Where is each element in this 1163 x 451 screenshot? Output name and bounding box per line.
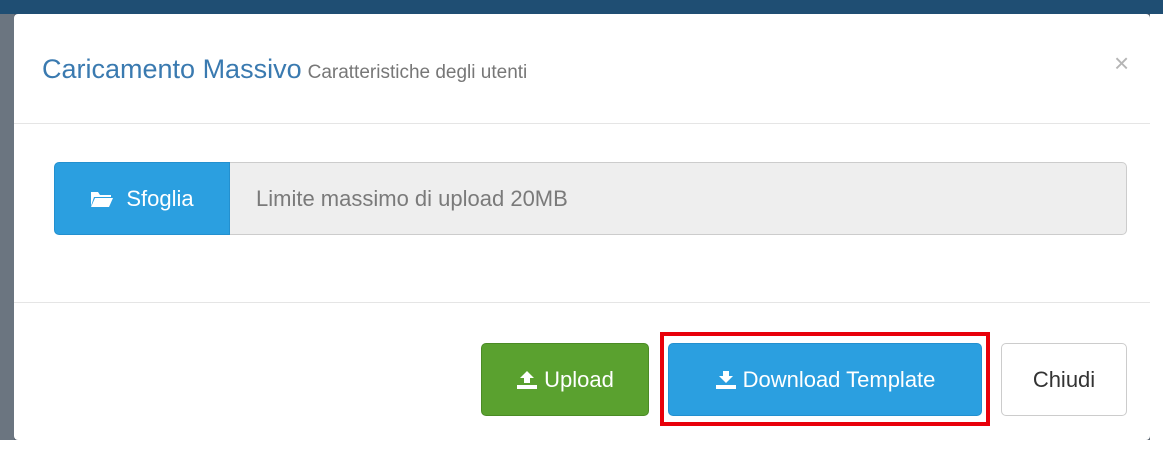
modal-title: Caricamento Massivo Caratteristiche degli…	[42, 54, 527, 85]
bulk-upload-modal: Caricamento Massivo Caratteristiche degli…	[14, 14, 1150, 440]
download-template-button-label: Download Template	[742, 366, 936, 392]
page-backdrop-bottom	[0, 440, 1163, 451]
upload-icon	[516, 370, 538, 390]
modal-close-button[interactable]: ×	[1114, 50, 1129, 76]
download-icon	[715, 370, 737, 390]
modal-body: Sfoglia	[14, 124, 1150, 303]
modal-title-subtitle: Caratteristiche degli utenti	[307, 62, 528, 83]
close-button[interactable]: Chiudi	[1001, 343, 1127, 416]
modal-title-main: Caricamento Massivo	[42, 54, 302, 84]
upload-button-label: Upload	[544, 366, 614, 392]
modal-header: Caricamento Massivo Caratteristiche degli…	[14, 14, 1150, 124]
page-backdrop-left	[0, 14, 14, 451]
page-backdrop-right	[1150, 14, 1163, 451]
browse-button[interactable]: Sfoglia	[54, 162, 230, 235]
file-input-group: Sfoglia	[54, 162, 1127, 235]
upload-button[interactable]: Upload	[481, 343, 649, 416]
close-button-label: Chiudi	[1032, 366, 1096, 392]
modal-footer: Upload Download Template Chiudi	[14, 303, 1150, 440]
download-template-button[interactable]: Download Template	[668, 343, 982, 416]
file-path-input[interactable]	[230, 162, 1127, 235]
browse-button-label: Sfoglia	[126, 185, 194, 211]
folder-open-icon	[90, 190, 114, 208]
page-backdrop-top	[0, 0, 1163, 14]
